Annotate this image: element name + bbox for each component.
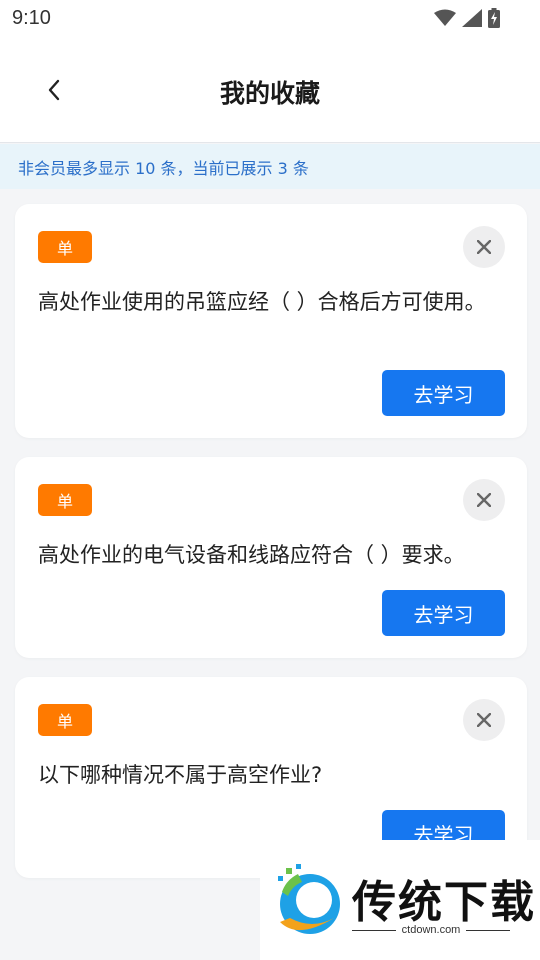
- close-icon: [477, 713, 491, 727]
- battery-charging-icon: [488, 8, 500, 28]
- membership-notice: 非会员最多显示 10 条，当前已展示 3 条: [0, 144, 540, 189]
- notice-text: 非会员最多显示 10 条，当前已展示 3 条: [18, 158, 309, 178]
- study-button[interactable]: 去学习: [382, 590, 505, 636]
- brand-logo-icon: [278, 864, 340, 934]
- watermark-site: ctdown.com: [401, 924, 461, 936]
- close-icon: [477, 493, 491, 507]
- favorite-card: 单 高处作业的电气设备和线路应符合（ ）要求。 去学习: [15, 457, 527, 658]
- divider: [466, 929, 511, 931]
- watermark-site-row: ctdown.com: [352, 924, 511, 936]
- status-bar: 9:10: [0, 0, 540, 36]
- status-icons: [434, 8, 500, 28]
- remove-favorite-button[interactable]: [463, 226, 505, 268]
- close-icon: [477, 240, 491, 254]
- question-text: 高处作业使用的吊篮应经（ ）合格后方可使用。: [38, 290, 486, 314]
- wifi-icon: [434, 9, 456, 26]
- divider: [352, 929, 396, 931]
- app-header: 我的收藏: [0, 36, 540, 143]
- question-type-tag: 单: [38, 704, 92, 736]
- signal-icon: [462, 9, 482, 27]
- study-button[interactable]: 去学习: [382, 370, 505, 416]
- watermark: 传统下载 ctdown.com: [260, 840, 540, 960]
- question-type-tag: 单: [38, 484, 92, 516]
- page-title: 我的收藏: [219, 79, 320, 108]
- question-text: 高处作业的电气设备和线路应符合（ ）要求。: [38, 543, 465, 567]
- remove-favorite-button[interactable]: [463, 479, 505, 521]
- status-time: 9:10: [12, 7, 51, 29]
- question-type-tag: 单: [38, 231, 92, 263]
- question-text: 以下哪种情况不属于高空作业?: [38, 763, 323, 787]
- favorite-card: 单 高处作业使用的吊篮应经（ ）合格后方可使用。 去学习: [15, 204, 527, 438]
- remove-favorite-button[interactable]: [463, 699, 505, 741]
- watermark-brand: 传统下载: [352, 877, 536, 928]
